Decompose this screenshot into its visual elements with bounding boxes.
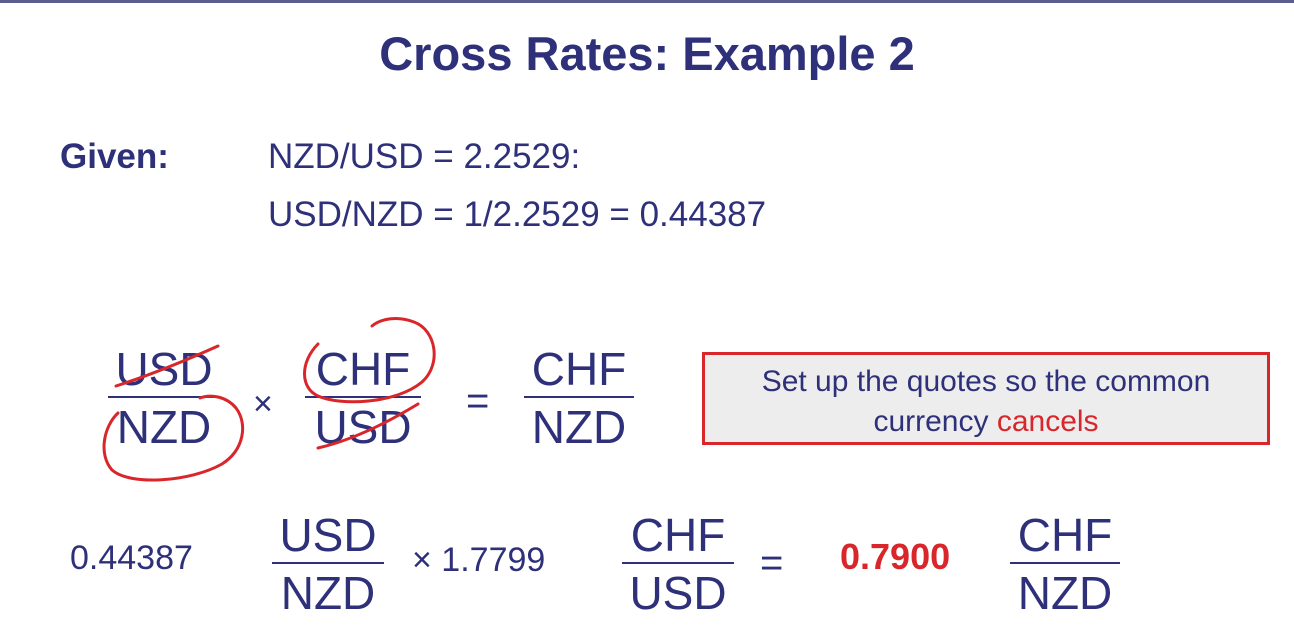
handwritten-annotations	[102, 317, 436, 482]
circle-chf	[303, 317, 436, 404]
circle-nzd	[102, 394, 245, 482]
strike-usd-denominator	[316, 402, 420, 450]
strike-usd-numerator	[114, 344, 220, 388]
